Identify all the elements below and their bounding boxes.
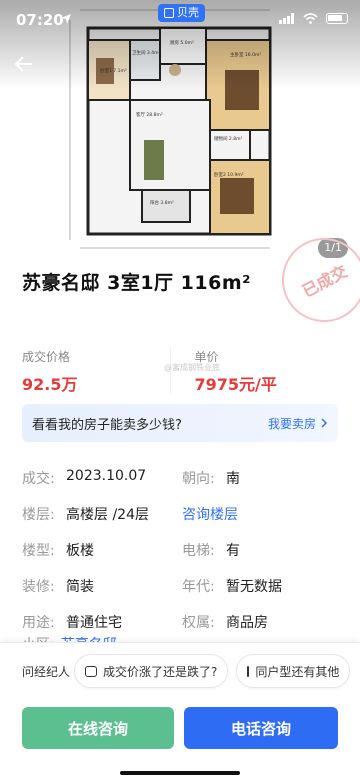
location-arrow-icon	[61, 14, 71, 24]
detail-row: 楼层: 高楼层 /24层 咨询楼层	[22, 496, 342, 532]
detail-cell: 楼层: 高楼层 /24层	[22, 504, 182, 524]
detail-value: 板楼	[66, 543, 94, 559]
title-section: 苏豪名邸 3室1厅 116m²	[22, 268, 342, 295]
details-grid: 成交: 2023.10.07 朝向: 南 楼层: 高楼层 /24层 咨询楼层 楼…	[22, 460, 342, 640]
detail-label: 楼型:	[22, 543, 55, 559]
detail-cell: 用途: 普通住宅	[22, 612, 182, 632]
signal-icon	[279, 13, 294, 24]
detail-value: 高楼层 /24层	[66, 507, 149, 523]
detail-row: 装修: 简装 年代: 暂无数据	[22, 568, 342, 604]
detail-label: 用途:	[22, 615, 55, 631]
back-arrow-icon[interactable]	[12, 52, 36, 76]
bottom-action-sheet: 问经纪人 成交价涨了还是跌了? 同户型还有其他 在线咨询 电话咨询	[0, 642, 360, 780]
deal-price-value: 92.5万	[22, 375, 78, 394]
detail-label: 权属:	[182, 615, 215, 631]
sell-question: 看看我的房子能卖多少钱?	[32, 417, 182, 433]
detail-value: 商品房	[226, 615, 268, 631]
brand-label: 贝壳	[177, 6, 199, 19]
detail-cell: 年代: 暂无数据	[182, 576, 342, 596]
sell-estimate-banner[interactable]: 看看我的房子能卖多少钱? 我要卖房	[22, 404, 338, 442]
status-time: 07:20	[16, 11, 64, 29]
detail-label: 电梯:	[182, 543, 215, 559]
detail-label: 装修:	[22, 579, 55, 595]
floor-plan-gallery[interactable]: 卧室1 7.1m²卫生间 3.4m²厨房 5.0m²主卧室 16.0m²客厅 2…	[0, 0, 360, 260]
detail-label: 成交:	[22, 471, 55, 487]
chat-bubble-icon	[247, 665, 250, 677]
detail-row: 楼型: 板楼 电梯: 有	[22, 532, 342, 568]
question-chip[interactable]: 同户型还有其他	[236, 654, 351, 688]
phone-consult-button[interactable]: 电话咨询	[184, 707, 338, 749]
detail-cell: 成交: 2023.10.07	[22, 468, 182, 488]
ask-agent-row: 问经纪人 成交价涨了还是跌了? 同户型还有其他	[12, 653, 360, 689]
detail-cell: 楼型: 板楼	[22, 540, 182, 560]
detail-row: 成交: 2023.10.07 朝向: 南	[22, 460, 342, 496]
consult-floor-link[interactable]: 咨询楼层	[182, 504, 238, 524]
detail-cell: 咨询楼层	[182, 504, 342, 524]
detail-cell: 权属: 商品房	[182, 612, 342, 632]
battery-icon	[326, 13, 348, 24]
online-consult-button[interactable]: 在线咨询	[22, 707, 174, 749]
chevron-right-icon	[321, 418, 328, 428]
brand-logo-icon	[164, 8, 174, 18]
room-label: 客厅 28.8m²	[136, 111, 163, 118]
deal-price-label: 成交价格	[22, 350, 71, 364]
detail-cell: 装修: 简装	[22, 576, 182, 596]
detail-value: 有	[226, 543, 240, 559]
watermark: @富成钢铁业底	[164, 363, 220, 372]
room-label: 阳台 3.8m²	[150, 199, 174, 206]
status-icons	[279, 13, 348, 24]
brand-badge: 贝壳	[158, 4, 205, 22]
detail-cell: 朝向: 南	[182, 468, 342, 488]
listing-page: 卧室1 7.1m²卫生间 3.4m²厨房 5.0m²主卧室 16.0m²客厅 2…	[0, 0, 360, 780]
detail-cell: 电梯: 有	[182, 540, 342, 560]
detail-value: 简装	[66, 579, 94, 595]
detail-label: 朝向:	[182, 471, 215, 487]
detail-label: 楼层:	[22, 507, 55, 523]
detail-value: 2023.10.07	[66, 468, 147, 484]
question-chip[interactable]: 成交价涨了还是跌了?	[74, 654, 229, 688]
sell-cta-label: 我要卖房	[267, 416, 316, 431]
detail-value: 普通住宅	[66, 615, 122, 631]
detail-value: 暂无数据	[226, 579, 282, 595]
ask-agent-label: 问经纪人	[22, 664, 71, 679]
question-chip-label: 同户型还有其他	[255, 664, 340, 679]
detail-value: 南	[226, 471, 240, 487]
room-label: 储物间 2.8m²	[214, 135, 242, 142]
sell-cta[interactable]: 我要卖房	[268, 415, 328, 432]
question-chip-label: 成交价涨了还是跌了?	[103, 664, 218, 679]
unit-price-value: 7975元/平	[194, 375, 277, 394]
room-label: 卧室2 10.9m²	[214, 171, 244, 178]
wifi-icon	[303, 13, 318, 24]
deal-price: 成交价格 92.5万	[22, 348, 170, 394]
detail-label: 年代:	[182, 579, 215, 595]
home-indicator	[120, 771, 240, 775]
listing-title: 苏豪名邸 3室1厅 116m²	[22, 272, 251, 294]
chat-bubble-icon	[85, 665, 97, 677]
